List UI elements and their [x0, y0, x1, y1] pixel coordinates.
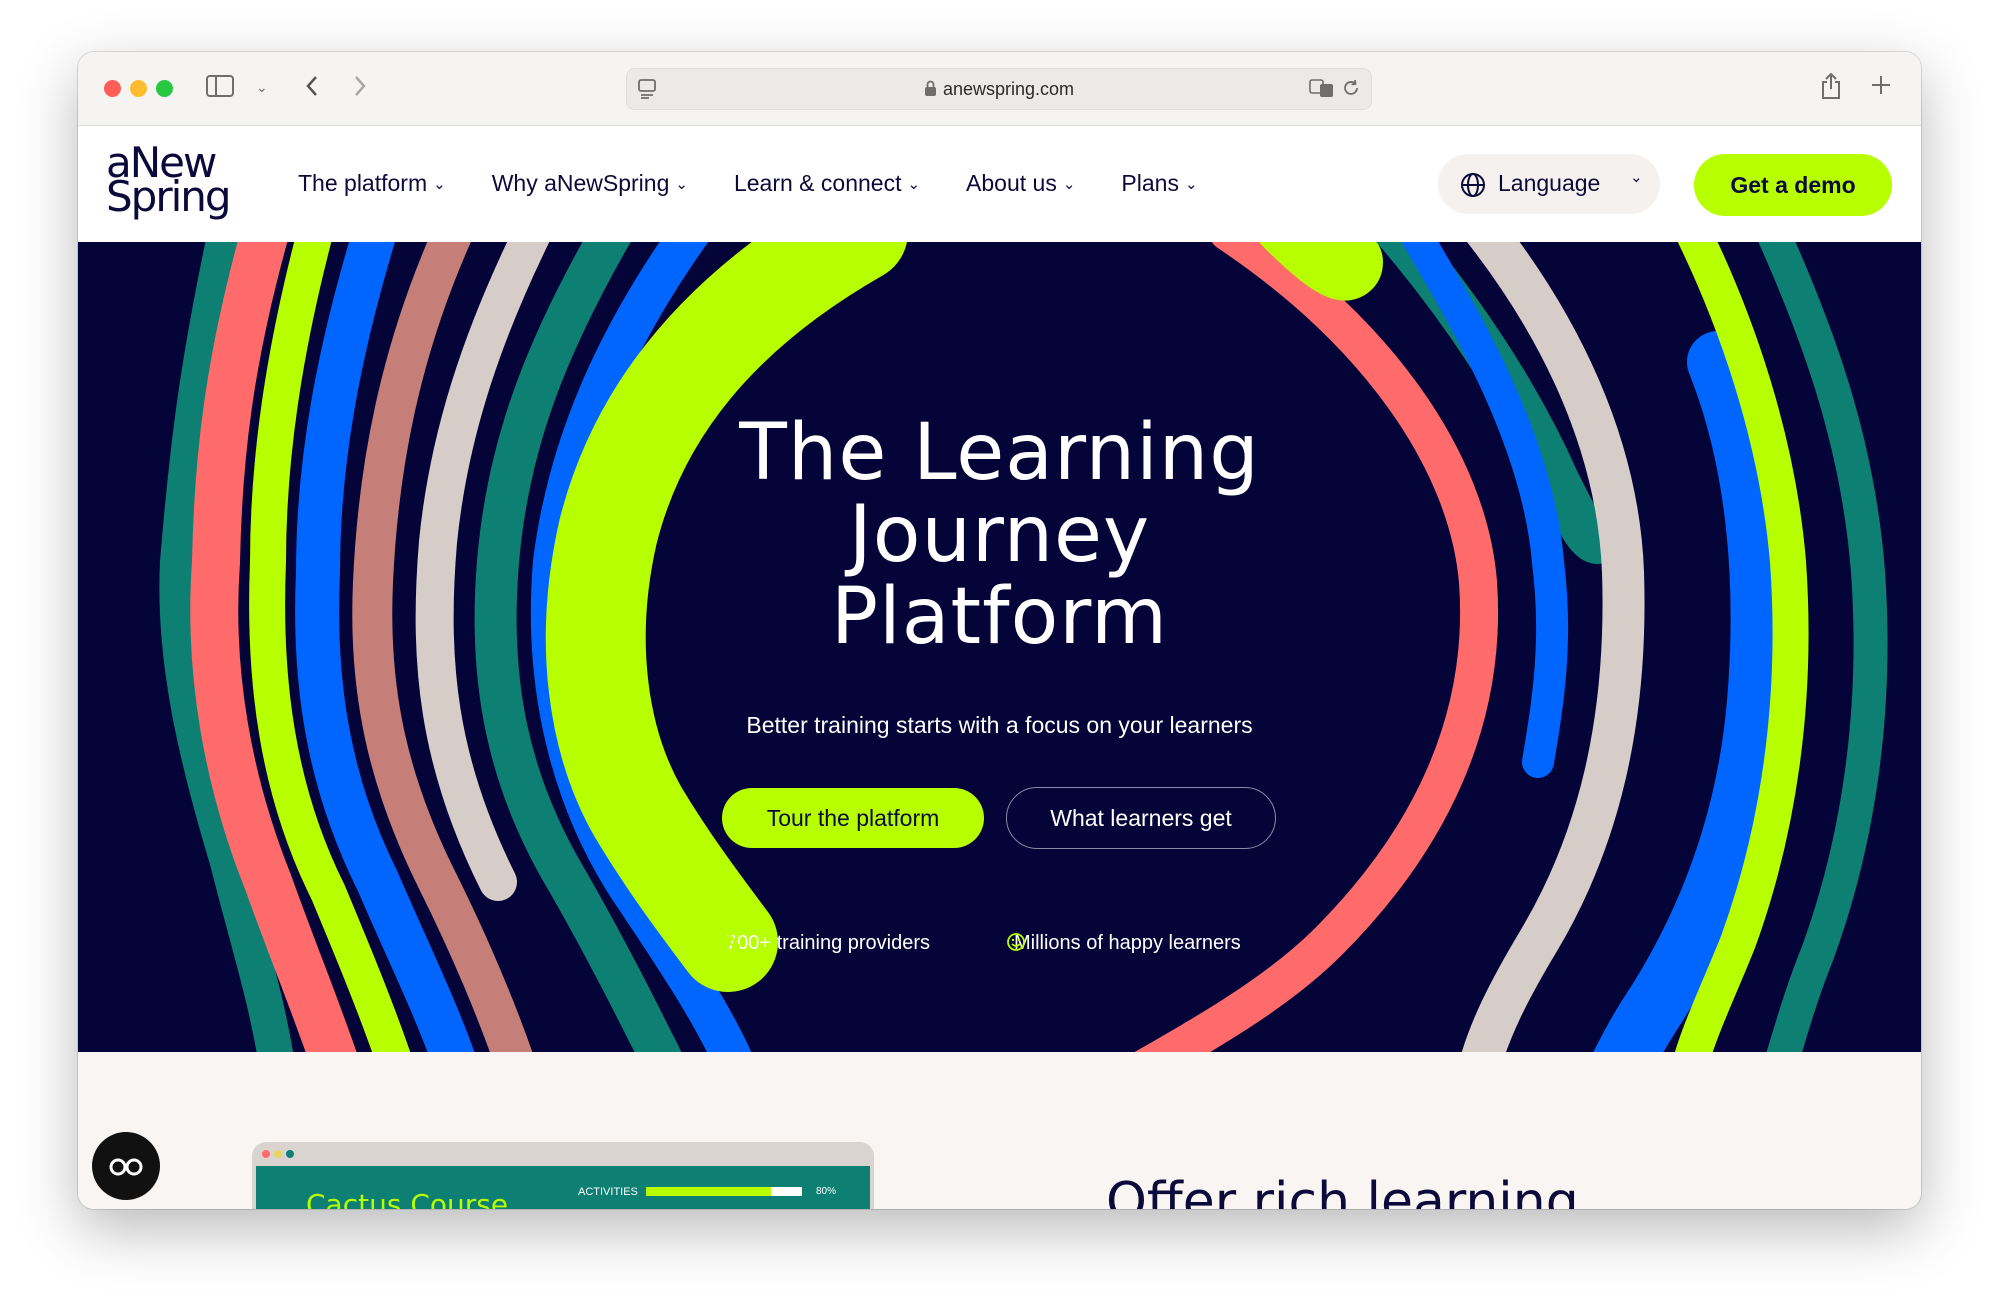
stat-happy-learners: Millions of happy learners — [1006, 932, 1241, 955]
browser-window: ⌄ anewspring.com aNew Spring The platfor… — [78, 52, 1921, 1209]
hero-title-line-1: The Learning — [739, 408, 1260, 498]
chevron-down-icon: ⌄ — [1630, 169, 1643, 186]
hero-title-line-3: Platform — [831, 572, 1168, 662]
nav-item-label: Why aNewSpring — [491, 170, 670, 196]
section-heading: Offer rich learning — [1106, 1172, 1579, 1209]
browser-toolbar: ⌄ anewspring.com — [78, 52, 1921, 126]
hero-title-line-2: Journey — [848, 490, 1151, 580]
nav-item-label: Learn & connect — [733, 170, 902, 196]
what-learners-get-button[interactable]: What learners get — [1006, 787, 1276, 849]
nav-item-label: Plans — [1121, 170, 1179, 196]
globe-icon — [1460, 172, 1486, 204]
get-demo-button[interactable]: Get a demo — [1694, 154, 1892, 216]
zoom-window-button[interactable] — [156, 80, 173, 97]
minimize-window-button[interactable] — [130, 80, 147, 97]
hero-title: The Learning Journey Platform — [78, 412, 1921, 658]
stat-text: Millions of happy learners — [1014, 932, 1241, 954]
activities-percent: 80% — [816, 1186, 837, 1197]
nav-item-learn-connect[interactable]: Learn & connect ⌄ — [734, 170, 920, 197]
url-display[interactable]: anewspring.com — [627, 79, 1371, 102]
nav-item-plans[interactable]: Plans ⌄ — [1121, 170, 1197, 197]
nav-item-why-anewspring[interactable]: Why aNewSpring ⌄ — [492, 170, 688, 197]
activities-progress-fill — [646, 1187, 771, 1196]
accessibility-icon — [109, 1153, 143, 1178]
sidebar-icon[interactable] — [206, 74, 234, 102]
forward-icon[interactable] — [350, 72, 370, 104]
logo-line-2: Spring — [106, 172, 232, 221]
activities-label: ACTIVITIES — [578, 1186, 638, 1198]
chevron-down-icon: ⌄ — [1062, 176, 1076, 193]
new-tab-icon[interactable] — [1870, 74, 1892, 100]
lock-icon — [924, 80, 937, 102]
address-bar[interactable]: anewspring.com — [626, 68, 1372, 110]
reload-icon[interactable] — [1341, 77, 1361, 104]
chevron-down-icon: ⌄ — [1184, 176, 1198, 193]
back-icon[interactable] — [302, 72, 322, 104]
url-text: anewspring.com — [942, 79, 1075, 99]
language-label: Language — [1498, 170, 1601, 196]
stat-text: 700+ training providers — [726, 932, 931, 954]
chevron-down-icon[interactable]: ⌄ — [256, 74, 268, 100]
course-title: Cactus Course — [306, 1188, 509, 1209]
nav-item-label: About us — [966, 170, 1057, 196]
course-preview-body: Cactus Course ACTIVITIES 80% — [256, 1166, 870, 1209]
nav-item-label: The platform — [298, 170, 428, 196]
chevron-down-icon: ⌄ — [907, 176, 921, 193]
translate-icon[interactable] — [1309, 77, 1335, 104]
mock-dot — [262, 1150, 270, 1158]
site-header: aNew Spring The platform ⌄ Why aNewSpring… — [78, 126, 1921, 246]
main-menu: The platform ⌄ Why aNewSpring ⌄ Learn & co… — [298, 170, 1244, 197]
nav-item-about-us[interactable]: About us ⌄ — [966, 170, 1075, 197]
share-icon[interactable] — [1820, 72, 1842, 104]
features-section: Cactus Course ACTIVITIES 80% Offer rich … — [78, 1052, 1921, 1209]
chevron-down-icon: ⌄ — [433, 176, 446, 193]
course-preview-mockup: Cactus Course ACTIVITIES 80% — [252, 1142, 874, 1209]
activities-progress-bar — [646, 1187, 802, 1196]
mock-dot — [274, 1150, 282, 1158]
accessibility-button[interactable] — [92, 1132, 160, 1200]
chevron-down-icon: ⌄ — [675, 176, 688, 193]
stat-training-providers: 700+ training providers — [718, 932, 930, 955]
anewspring-logo[interactable]: aNew Spring — [106, 142, 232, 221]
hero-subtitle: Better training starts with a focus on y… — [746, 712, 1253, 738]
mock-dot — [286, 1150, 294, 1158]
hero-section: The Learning Journey Platform Better tra… — [78, 242, 1921, 1052]
close-window-button[interactable] — [104, 80, 121, 97]
language-selector[interactable]: Language ⌄ — [1438, 154, 1660, 214]
tour-platform-button[interactable]: Tour the platform — [722, 788, 984, 848]
nav-item-the-platform[interactable]: The platform ⌄ — [298, 170, 446, 197]
